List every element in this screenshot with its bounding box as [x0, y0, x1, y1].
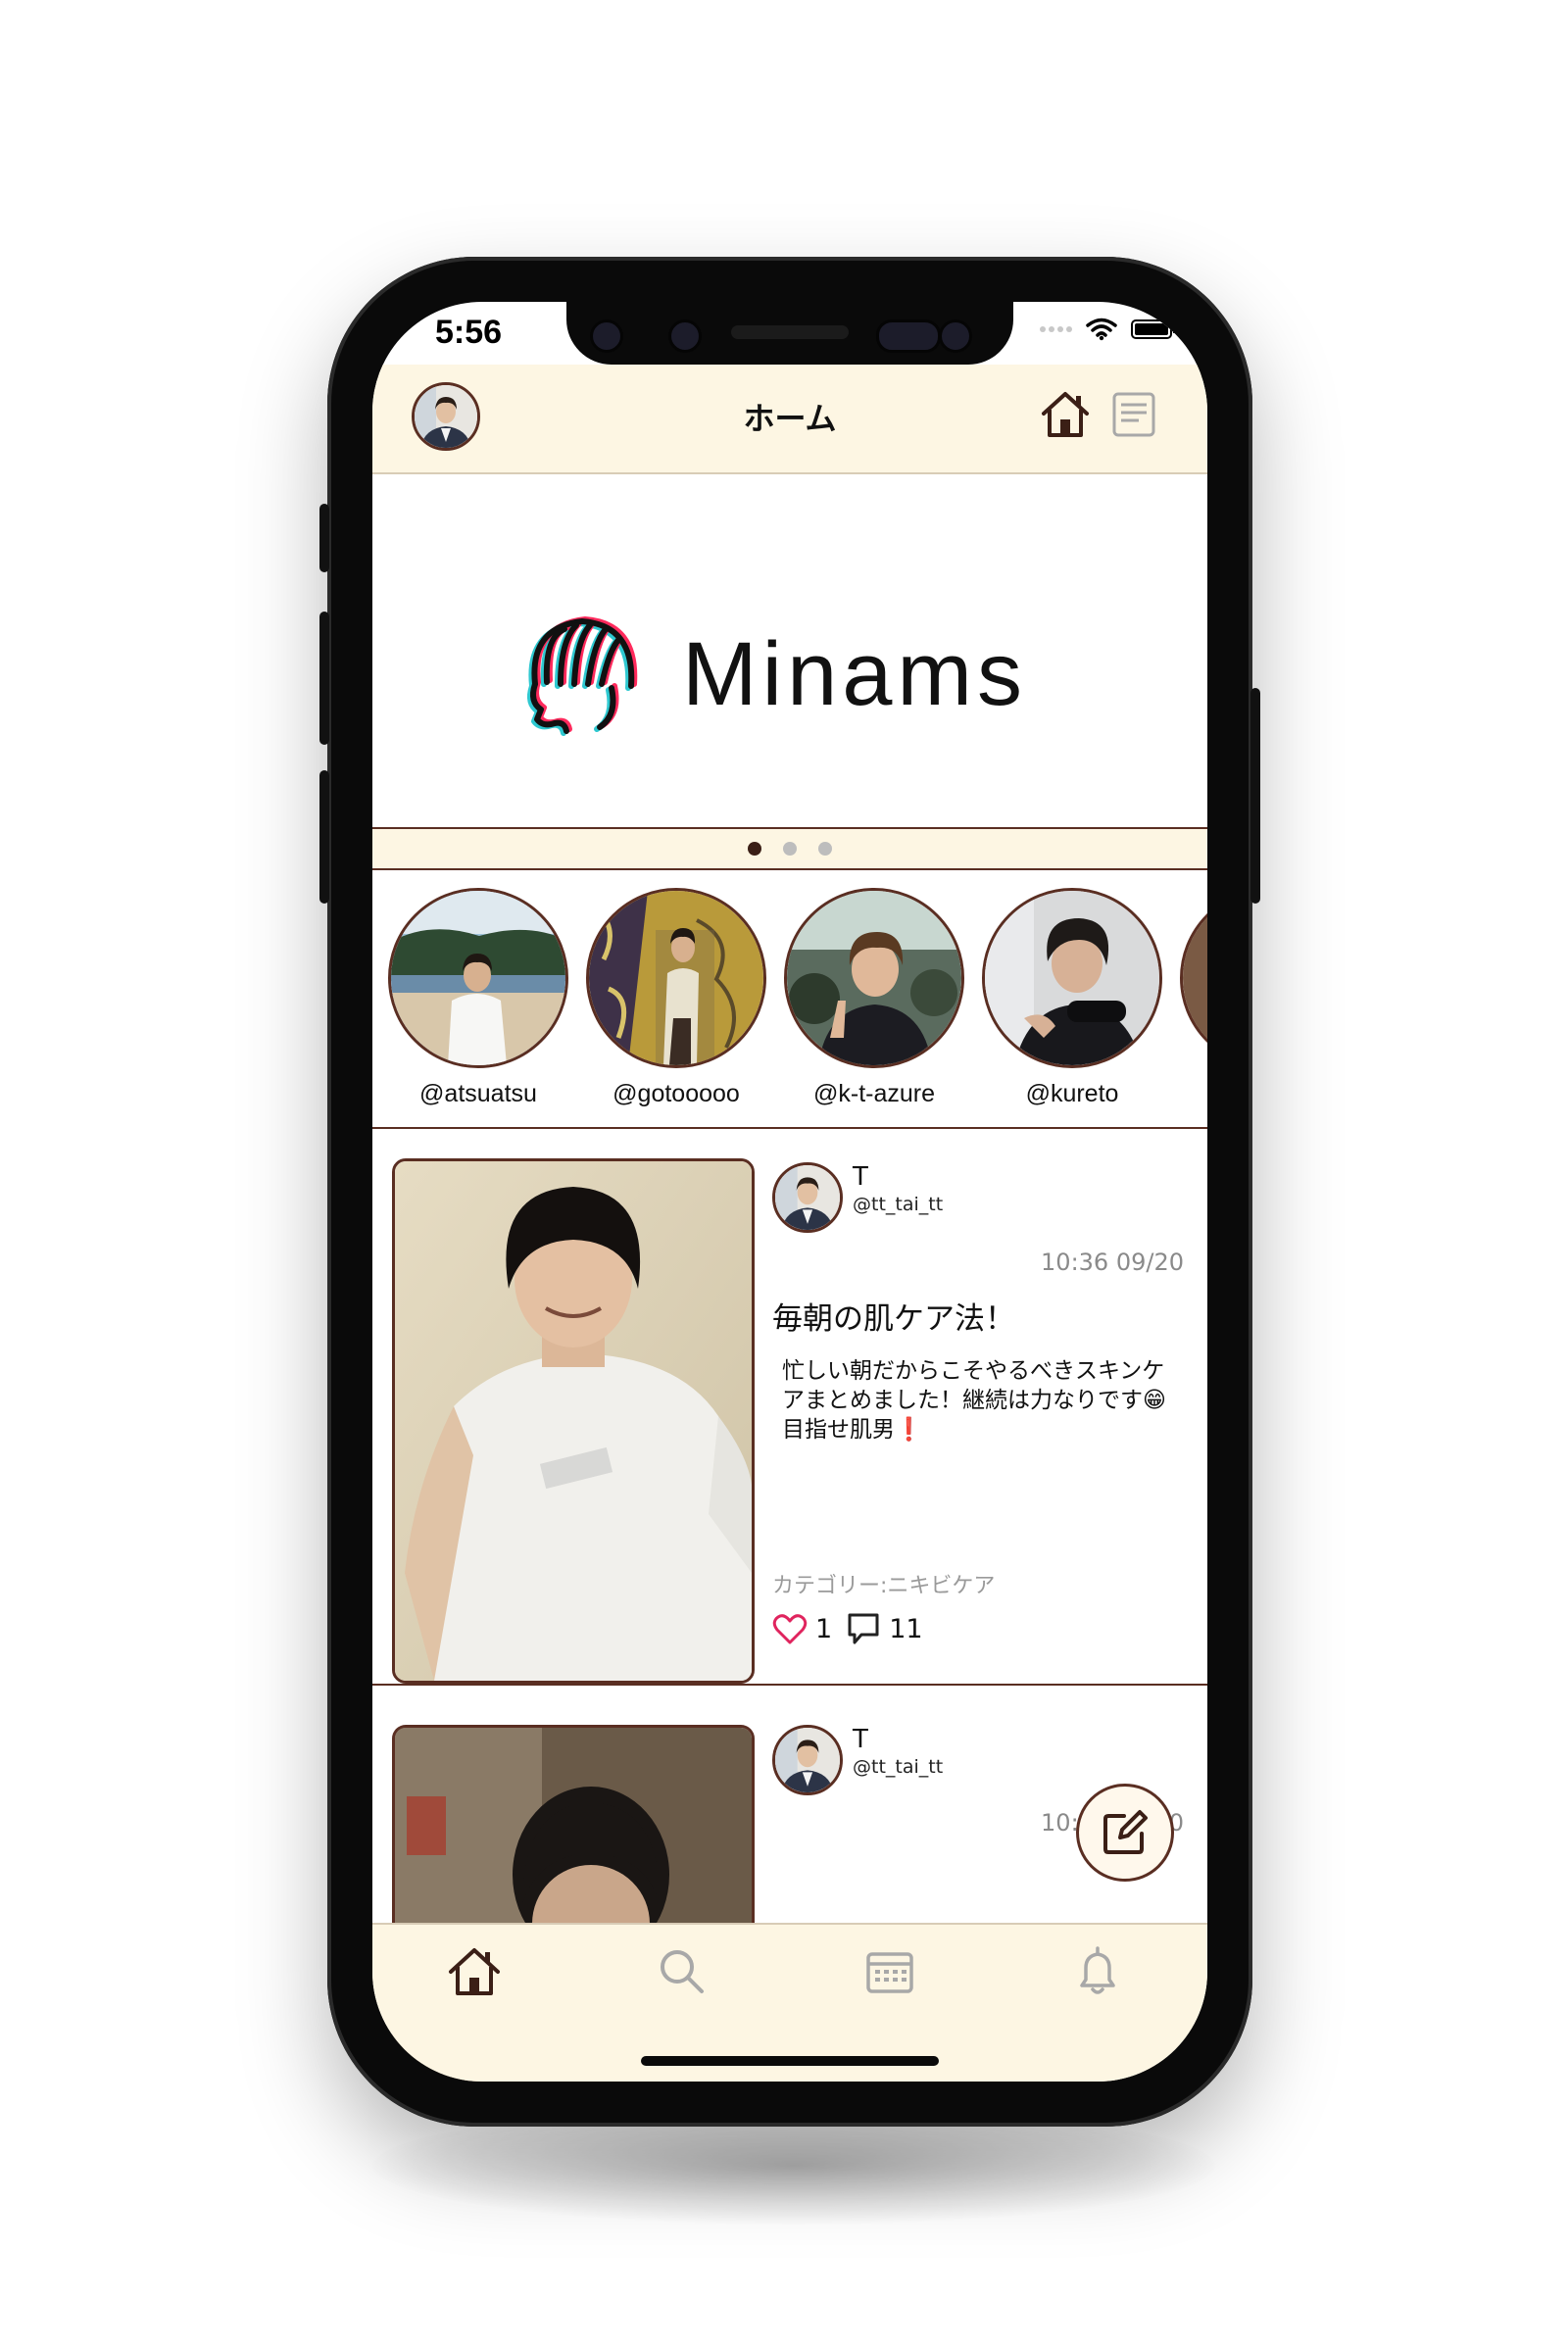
note-list-icon[interactable] — [1109, 390, 1158, 439]
post-category: カテゴリー:ニキビケア — [772, 1574, 996, 1598]
phone-frame: 5:56 ホーム Minams @atsuatsu @gotooooo @k-t… — [319, 257, 1260, 2127]
heart-icon[interactable] — [772, 1612, 808, 1645]
cellular-signal-icon — [1040, 326, 1072, 332]
tab-home-icon[interactable] — [445, 1942, 504, 2001]
author-avatar[interactable] — [772, 1162, 843, 1233]
minams-logo-icon — [527, 616, 638, 736]
author-name: T — [853, 1725, 868, 1754]
tab-notifications-bell-icon[interactable] — [1068, 1942, 1127, 2001]
front-camera-icon — [668, 319, 702, 353]
home-indicator[interactable] — [641, 2056, 939, 2066]
volume-down-button — [319, 770, 329, 904]
page-dot-3[interactable] — [818, 842, 832, 856]
app-screen: 5:56 ホーム Minams @atsuatsu @gotooooo @k-t… — [372, 302, 1207, 2082]
tab-calendar-icon[interactable] — [860, 1942, 919, 2001]
post-body: 忙しい朝だからこそやるべきスキンケアまとめました！継続は力なりです😁目指せ肌男❗ — [782, 1358, 1166, 1443]
wifi-icon — [1086, 318, 1117, 341]
home-icon[interactable] — [1039, 388, 1092, 441]
post-stats: 1 11 — [772, 1611, 923, 1646]
banner-page-indicator[interactable] — [372, 829, 1207, 870]
story-avatar[interactable] — [982, 888, 1162, 1068]
comment-count: 11 — [889, 1613, 923, 1644]
user-stories-row: @atsuatsu @gotooooo @k-t-azure @kureto — [372, 870, 1207, 1129]
story-item[interactable]: @k-t-azure — [784, 888, 964, 1108]
face-id-sensor — [876, 319, 941, 353]
compose-icon — [1103, 1810, 1148, 1854]
story-item-partial[interactable] — [1180, 888, 1207, 1068]
story-handle: @k-t-azure — [812, 1080, 935, 1107]
notch — [566, 302, 1013, 365]
power-button — [1250, 688, 1260, 904]
flood-illuminator — [939, 319, 972, 353]
post-card[interactable]: T @tt_tai_tt 10:36 09/20 毎朝の肌ケア法！ 忙しい朝だか… — [372, 1129, 1207, 1687]
story-avatar[interactable] — [388, 888, 568, 1068]
battery-icon — [1131, 319, 1176, 339]
speaker-grille — [731, 325, 849, 339]
status-indicators — [1040, 318, 1176, 341]
tab-search-icon[interactable] — [653, 1942, 711, 2001]
story-handle: @gotooooo — [612, 1080, 740, 1107]
brand-wordmark: Minams — [682, 624, 1028, 724]
story-item[interactable]: @atsuatsu — [388, 888, 568, 1108]
compose-button[interactable] — [1076, 1784, 1174, 1882]
nav-header: ホーム — [372, 365, 1207, 474]
story-item[interactable]: @gotooooo — [586, 888, 766, 1108]
post-timestamp: 10:36 09/20 — [1041, 1249, 1184, 1276]
post-title: 毎朝の肌ケア法！ — [772, 1301, 1015, 1337]
author-handle: @tt_tai_tt — [853, 1194, 944, 1215]
post-card[interactable]: T @tt_tai_tt 10:33 09/20 — [372, 1686, 1207, 2082]
mute-switch — [319, 504, 329, 572]
volume-up-button — [319, 612, 329, 745]
story-avatar[interactable] — [1180, 888, 1207, 1068]
post-image[interactable] — [392, 1158, 755, 1684]
story-handle: @atsuatsu — [419, 1080, 537, 1107]
author-handle: @tt_tai_tt — [853, 1756, 944, 1778]
story-item[interactable]: @kureto — [982, 888, 1162, 1108]
story-avatar[interactable] — [784, 888, 964, 1068]
comment-icon[interactable] — [846, 1611, 881, 1646]
like-count: 1 — [815, 1613, 833, 1644]
story-avatar[interactable] — [586, 888, 766, 1068]
page-dot-1[interactable] — [748, 842, 761, 856]
page-dot-2[interactable] — [783, 842, 797, 856]
author-name: T — [853, 1162, 868, 1192]
status-time: 5:56 — [435, 314, 503, 351]
author-avatar[interactable] — [772, 1725, 843, 1795]
promo-banner[interactable]: Minams — [372, 474, 1207, 830]
sensor-icon — [590, 319, 623, 353]
story-handle: @kureto — [1025, 1080, 1119, 1107]
